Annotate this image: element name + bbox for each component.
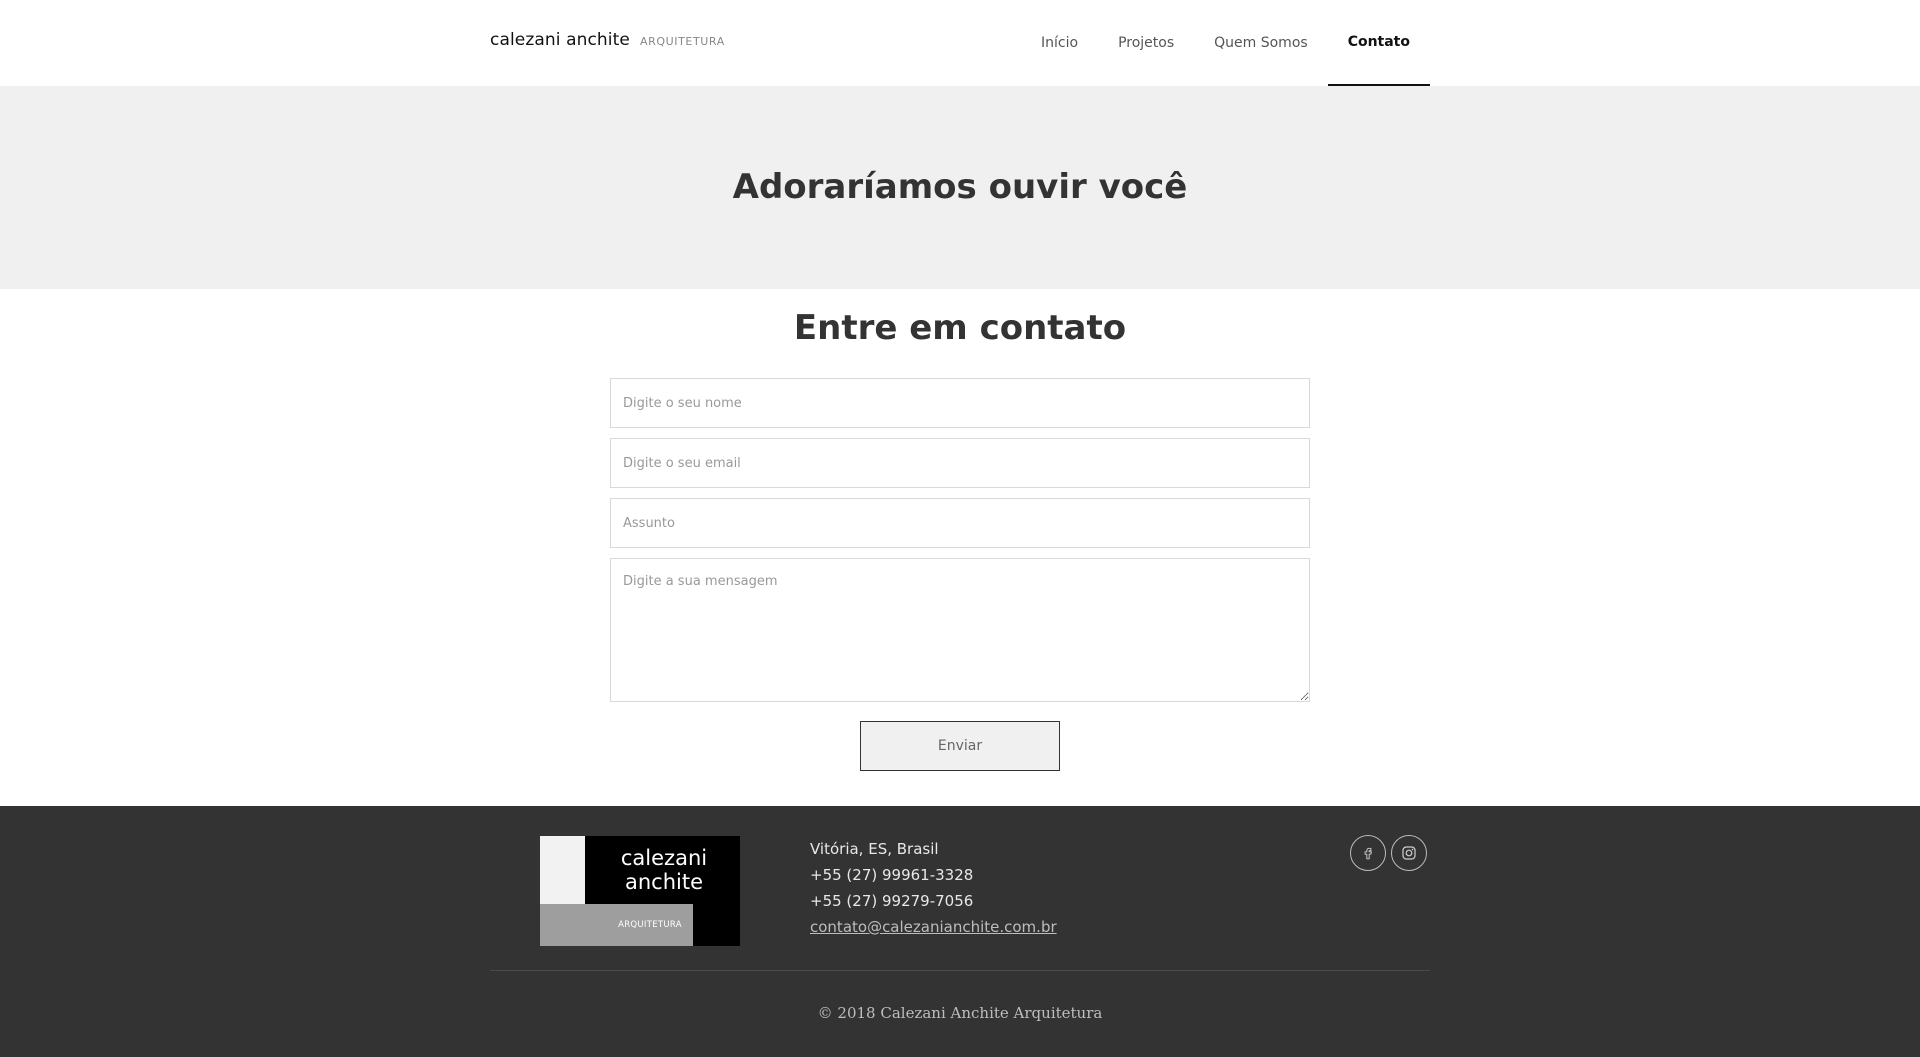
- nav-item-inicio[interactable]: Início: [1021, 0, 1098, 86]
- send-button[interactable]: Enviar: [860, 721, 1060, 771]
- logo-name-line1: calezani: [620, 846, 708, 870]
- logo-white-block: [540, 836, 585, 904]
- name-input[interactable]: [610, 378, 1310, 428]
- banner-title: Adoraríamos ouvir você: [732, 166, 1188, 207]
- footer-divider: [490, 970, 1430, 971]
- footer-logo: calezani anchite ARQUITETURA: [540, 836, 740, 946]
- brand-name: calezani anchite: [490, 30, 630, 50]
- site-footer: calezani anchite ARQUITETURA Vitória, ES…: [0, 806, 1920, 1057]
- footer-location: Vitória, ES, Brasil: [810, 840, 939, 858]
- subject-input[interactable]: [610, 498, 1310, 548]
- main-nav: Início Projetos Quem Somos Contato: [1021, 0, 1430, 86]
- hero-banner: Adoraríamos ouvir você: [0, 86, 1920, 289]
- copyright-text: © 2018 Calezani Anchite Arquitetura: [817, 1004, 1103, 1022]
- brand-subtitle: ARQUITETURA: [639, 35, 725, 48]
- footer-email-link[interactable]: contato@calezanianchite.com.br: [810, 914, 1057, 940]
- nav-item-contato[interactable]: Contato: [1327, 0, 1430, 86]
- footer-phone-2: +55 (27) 99279-7056: [810, 892, 974, 910]
- instagram-button[interactable]: [1391, 835, 1427, 871]
- instagram-icon: [1402, 846, 1416, 860]
- brand-logo[interactable]: calezani anchite ARQUITETURA: [490, 30, 725, 50]
- facebook-icon: [1364, 847, 1372, 860]
- email-input[interactable]: [610, 438, 1310, 488]
- social-links: [1350, 835, 1427, 871]
- logo-name-line2: anchite: [624, 870, 704, 894]
- site-header: calezani anchite ARQUITETURA Início Proj…: [0, 0, 1920, 86]
- logo-subtitle: ARQUITETURA: [618, 920, 682, 930]
- nav-item-quem-somos[interactable]: Quem Somos: [1194, 0, 1328, 86]
- contact-page: calezani anchite ARQUITETURA Início Proj…: [0, 0, 1920, 1057]
- message-textarea[interactable]: [610, 558, 1310, 702]
- footer-contact-info: Vitória, ES, Brasil +55 (27) 99961-3328 …: [810, 836, 1057, 940]
- contact-title: Entre em contato: [793, 308, 1127, 348]
- facebook-button[interactable]: [1350, 835, 1386, 871]
- footer-phone-1: +55 (27) 99961-3328: [810, 866, 974, 884]
- logo-name: calezani anchite: [592, 846, 736, 894]
- nav-item-projetos[interactable]: Projetos: [1098, 0, 1194, 86]
